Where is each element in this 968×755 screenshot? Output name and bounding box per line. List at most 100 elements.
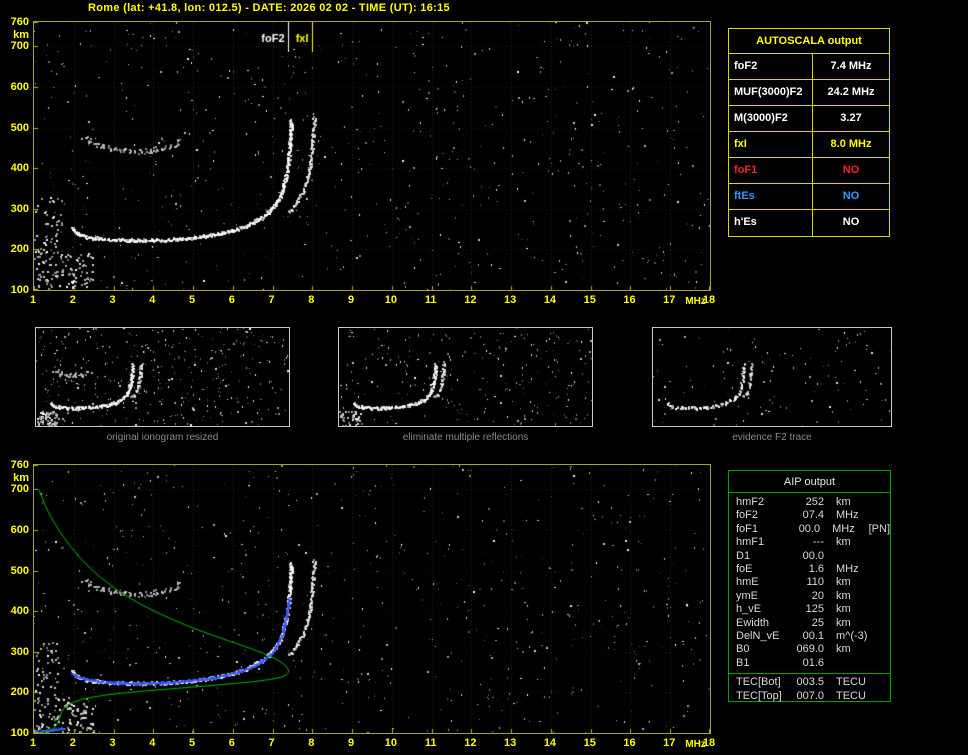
aip-label: TEC[Bot] (736, 676, 781, 689)
y-axis-unit: km (13, 29, 29, 41)
x-tick-label: 2 (69, 737, 76, 749)
aip-unit: km (836, 616, 851, 629)
autoscala-table-rows: foF2 7.4 MHz MUF(3000)F2 24.2 MHz M(3000)F2 3… (729, 54, 889, 236)
y-tick-label: 700 (10, 40, 29, 53)
y-tick-label: 200 (10, 686, 29, 699)
aip-note (870, 590, 874, 603)
aip-note (870, 603, 874, 616)
aip-value: 07.4 (802, 509, 824, 522)
bottom-ionogram-canvas (33, 464, 711, 734)
aip-note (870, 496, 874, 509)
aip-row: foF1 00.0 MHz [PN] (729, 523, 890, 536)
parameter-value: 3.27 (840, 112, 862, 124)
aip-label: DelN_vE (736, 630, 780, 643)
aip-row: ymE 20 km (729, 590, 890, 603)
aip-label: hmF1 (736, 536, 765, 549)
thumbnail-canvas (652, 327, 892, 427)
x-tick-label: 6 (228, 737, 235, 749)
aip-value: 01.6 (802, 656, 824, 669)
y-tick-label: 400 (10, 162, 29, 175)
x-tick-label: 4 (149, 737, 156, 749)
parameter-value: 24.2 MHz (827, 86, 875, 98)
x-tick-label: 15 (583, 294, 596, 306)
autoscala-row: foF1 NO (729, 158, 889, 184)
x-tick-label: 14 (543, 294, 557, 306)
aip-row: D1 00.0 (729, 550, 890, 563)
thumbnail-canvas (338, 327, 593, 427)
autoscala-output-table: AUTOSCALA output foF2 7.4 MHz MUF(3000)F2 2… (728, 28, 890, 237)
aip-note (870, 550, 874, 563)
y-tick-label: 600 (10, 523, 29, 536)
aip-note: [PN] (868, 522, 891, 535)
aip-value: 007.0 (796, 689, 824, 702)
aip-unit: km (836, 536, 851, 549)
x-tick-label: 7 (268, 294, 275, 306)
page-title: Rome (lat: +41.8, lon: 012.5) - DATE: 20… (88, 2, 450, 14)
x-tick-label: 3 (109, 737, 116, 749)
x-tick-label: 5 (188, 294, 196, 306)
aip-unit: MHz (836, 563, 859, 576)
x-tick-label: 14 (543, 737, 557, 749)
x-tick-label: 13 (504, 737, 517, 749)
aip-unit: m^(-3) (836, 630, 868, 643)
aip-unit: TECU (836, 689, 866, 702)
aip-unit: TECU (836, 676, 866, 689)
x-tick-label: 17 (663, 737, 676, 749)
y-tick-label: 200 (10, 243, 29, 256)
thumbnail-caption: eliminate multiple reflections (402, 432, 529, 443)
aip-tec-rows: TEC[Bot] 003.5 TECU TEC[Top] 007.0 TECU (729, 674, 890, 703)
x-tick-label: 7 (268, 737, 275, 749)
aip-label: h_vE (736, 603, 762, 616)
top-ionogram-canvas (33, 21, 711, 291)
parameter-value: 7.4 MHz (830, 60, 872, 72)
parameter-value: NO (842, 216, 860, 228)
autoscala-row: ftEs NO (729, 184, 889, 210)
aip-unit: km (836, 643, 851, 656)
aip-output-table: AIP output hmF2 252 km foF2 07.4 MHz foF1 00.0 M… (728, 470, 891, 702)
thumbnail-caption: original ionogram resized (106, 432, 219, 443)
aip-note (870, 617, 874, 630)
aip-row: TEC[Top] 007.0 TECU (729, 690, 890, 703)
aip-note (870, 630, 874, 643)
y-tick-label: 760 (10, 459, 29, 471)
aip-value: 110 (806, 576, 824, 589)
autoscala-window: Rome (lat: +41.8, lon: 012.5) - DATE: 20… (0, 0, 968, 755)
parameter-label: foF2 (729, 54, 813, 79)
y-tick-label: 500 (10, 564, 29, 577)
autoscala-table-header: AUTOSCALA output (729, 29, 889, 54)
aip-value: 20 (811, 589, 824, 602)
parameter-label: ftEs (729, 184, 813, 209)
aip-row: B0 069.0 km (729, 643, 890, 656)
x-tick-label: 3 (109, 294, 116, 306)
aip-row: hmF1 --- km (729, 536, 890, 549)
aip-row: B1 01.6 (729, 657, 890, 670)
x-tick-label: 5 (188, 737, 196, 749)
y-axis-unit: km (13, 472, 29, 484)
x-axis-unit: MHz (685, 739, 706, 750)
aip-row: hmF2 252 km (729, 496, 890, 509)
parameter-value: NO (842, 164, 860, 176)
x-axis-unit: MHz (685, 296, 706, 307)
thumbnail-canvas (35, 327, 290, 427)
aip-label: hmF2 (736, 496, 765, 508)
x-tick-label: 6 (228, 294, 235, 306)
parameter-value: NO (842, 190, 860, 202)
aip-row: hmE 110 km (729, 576, 890, 589)
autoscala-row: foF2 7.4 MHz (729, 54, 889, 80)
x-tick-label: 10 (384, 737, 397, 749)
x-tick-label: 15 (583, 737, 596, 749)
aip-value: 00.0 (798, 522, 821, 535)
aip-value: 252 (805, 496, 824, 508)
aip-unit: MHz (832, 522, 855, 535)
x-tick-label: 2 (69, 294, 76, 306)
thumbnail-caption: evidence F2 trace (732, 432, 812, 443)
aip-note (870, 657, 874, 670)
aip-row: TEC[Bot] 003.5 TECU (729, 676, 890, 689)
autoscala-row: MUF(3000)F2 24.2 MHz (729, 80, 889, 106)
aip-label: ymE (736, 589, 758, 602)
aip-value: 069.0 (796, 643, 824, 656)
aip-label: foF1 (736, 522, 759, 535)
thumbnail-f2-trace: evidence F2 trace (652, 327, 892, 443)
aip-unit: MHz (836, 509, 859, 522)
aip-row: foE 1.6 MHz (729, 563, 890, 576)
